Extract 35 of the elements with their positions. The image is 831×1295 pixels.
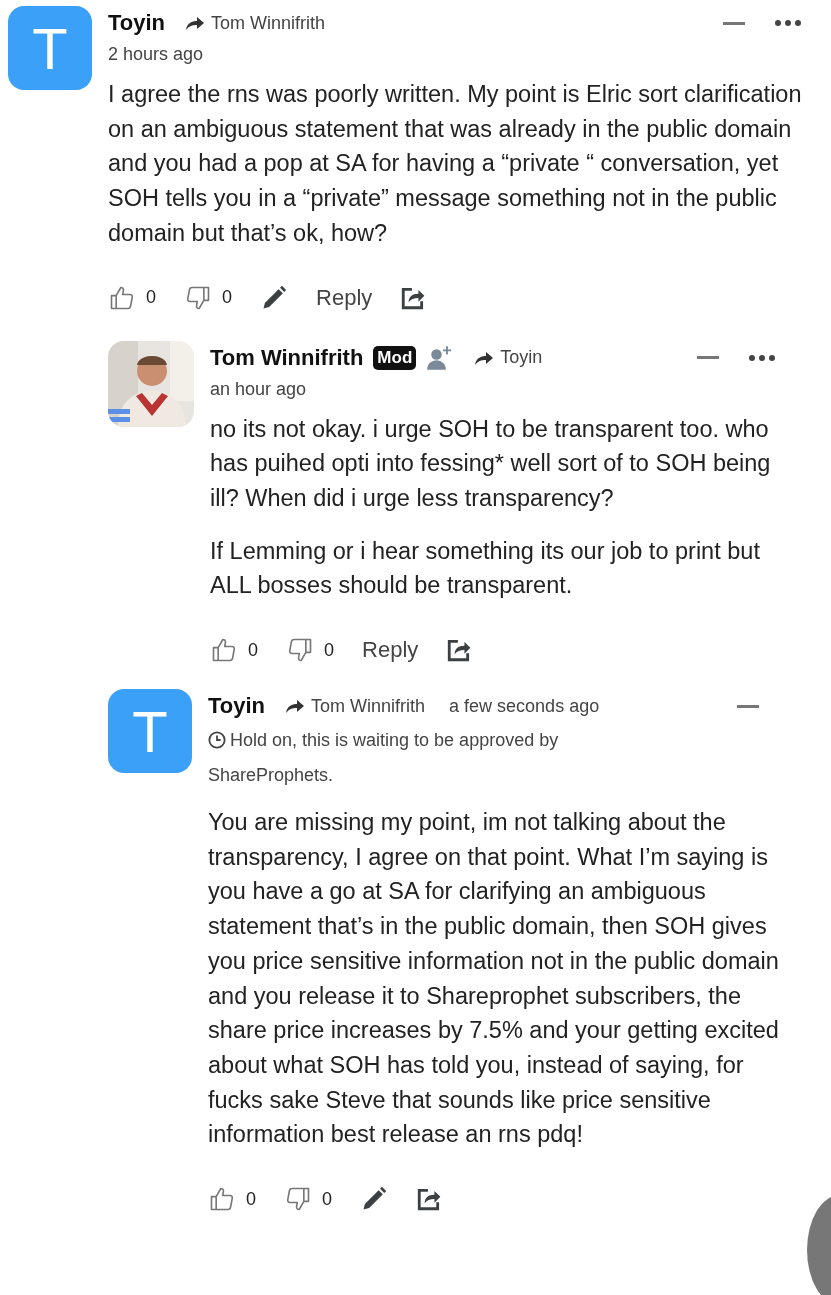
share-icon[interactable] xyxy=(416,1186,443,1213)
timestamp: 2 hours ago xyxy=(108,44,205,65)
mod-badge: Mod xyxy=(373,345,417,370)
more-options-button[interactable] xyxy=(749,354,775,361)
letter-avatar: T xyxy=(8,6,92,90)
reply-button[interactable]: Reply xyxy=(362,637,419,664)
timestamp: a few seconds ago xyxy=(449,695,600,717)
dislike-count: 0 xyxy=(324,639,335,661)
reply-arrow-icon xyxy=(474,349,495,366)
like-count: 0 xyxy=(248,639,258,661)
timestamp: an hour ago xyxy=(210,378,308,400)
collapse-button[interactable] xyxy=(737,704,759,708)
like-count: 0 xyxy=(146,287,156,308)
author-name[interactable]: Tom Winnifrith xyxy=(210,344,364,371)
collapse-button[interactable] xyxy=(723,21,745,25)
pending-approval-notice: Hold on, this is waiting to be approved by ShareProphets. xyxy=(208,729,560,788)
like-count: 0 xyxy=(246,1188,256,1210)
share-icon[interactable] xyxy=(446,637,473,664)
comment-text: I agree the rns was poorly written. My point is Elric sort clarification on an ambiguous statement that was already in the public domain and you had a pop at SA for having a “private “ conversation, yet SOH tells you in a “private” message something not in the public domain but that’s ok, how? xyxy=(108,80,803,248)
author-name[interactable]: Toyin xyxy=(208,693,266,720)
comment-text: If Lemming or i hear something its our job to print but ALL bosses should be transparent. xyxy=(210,536,761,601)
reply-to-name[interactable]: Tom Winnifrith xyxy=(211,12,326,34)
letter-avatar: T xyxy=(108,689,192,774)
comment-text: no its not okay. i urge SOH to be transparent too. who has puihed opti into fessing* well sort of to SOH being ill? When did i urge less transparency? xyxy=(210,414,772,513)
clock-icon xyxy=(208,731,226,750)
author-name[interactable]: Toyin xyxy=(108,10,166,36)
reply-arrow-icon xyxy=(285,698,306,715)
reply-to-name[interactable]: Toyin xyxy=(500,347,543,368)
more-options-button[interactable] xyxy=(775,20,801,26)
reply-to-name[interactable]: Tom Winnifrith xyxy=(311,695,426,717)
dislike-count: 0 xyxy=(222,287,233,308)
reply-arrow-icon xyxy=(185,15,206,31)
reply-button[interactable]: Reply xyxy=(316,284,373,311)
dislike-count: 0 xyxy=(322,1188,333,1210)
comment-text: You are missing my point, im not talking about the transparency, I agree on that point. What I’m saying is you have a go at SA for clarifying an ambiguous statement that’s in the public domain, then SOH gives you price sensitive information not in the public domain and you release it to Shareprophet subscribers, the share price increases by 7.5% and your getting excited about what SOH has told you, instead of saying, for fucks sake Steve that sounds like price sensitive information best release an rns pdq! xyxy=(208,808,779,1150)
